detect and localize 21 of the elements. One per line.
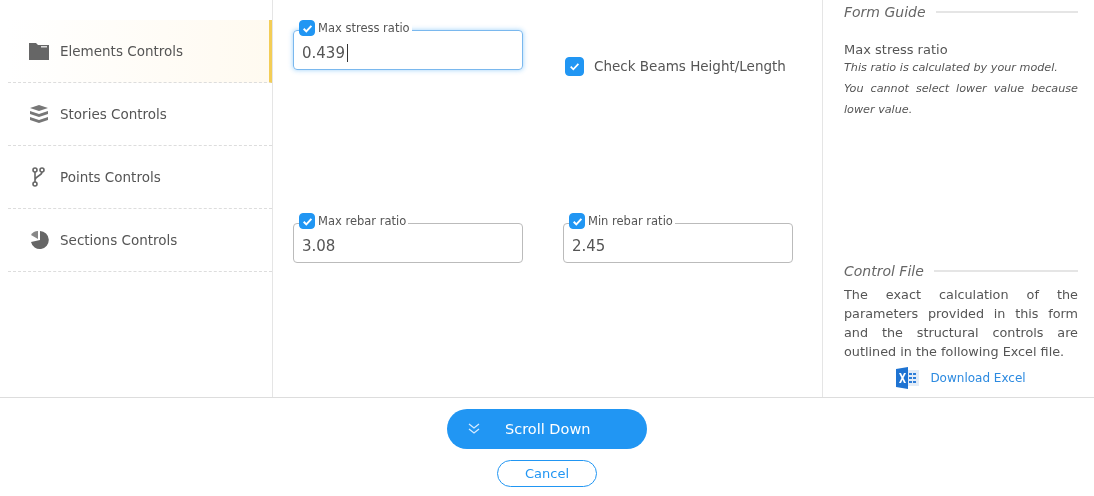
- guide-heading: Max stress ratio: [844, 42, 949, 57]
- download-link[interactable]: Download Excel: [930, 371, 1026, 385]
- checkbox[interactable]: [299, 20, 315, 36]
- guide-text: This ratio is calculated by your model.: [844, 60, 1059, 76]
- layers-icon: [29, 104, 49, 124]
- excel-icon: [896, 367, 921, 389]
- sidebar-item[interactable]: Sections Controls: [8, 209, 272, 272]
- checkbox-label: Check Beams Height/Length: [594, 58, 786, 74]
- checkbox[interactable]: [299, 213, 315, 229]
- section-title: Control File: [844, 262, 924, 281]
- pie-chart-icon: [29, 230, 49, 250]
- sidebar-item[interactable]: Points Controls: [8, 146, 272, 209]
- chevron-down-icon: [467, 423, 481, 435]
- sidebar-item[interactable]: Stories Controls: [8, 83, 272, 146]
- section-title: Form Guide: [844, 3, 926, 22]
- control-file-text: The exact calculation of the parameters provided in this form and the structural controls are outlined in the following Excel file.: [844, 286, 1078, 361]
- folder-icon: [29, 41, 49, 61]
- checkbox[interactable]: [565, 56, 584, 76]
- sidebar-item[interactable]: Elements Controls: [8, 20, 272, 83]
- checkbox[interactable]: [569, 213, 585, 229]
- guide-text: You cannot select lower value because lower value.: [844, 81, 1078, 118]
